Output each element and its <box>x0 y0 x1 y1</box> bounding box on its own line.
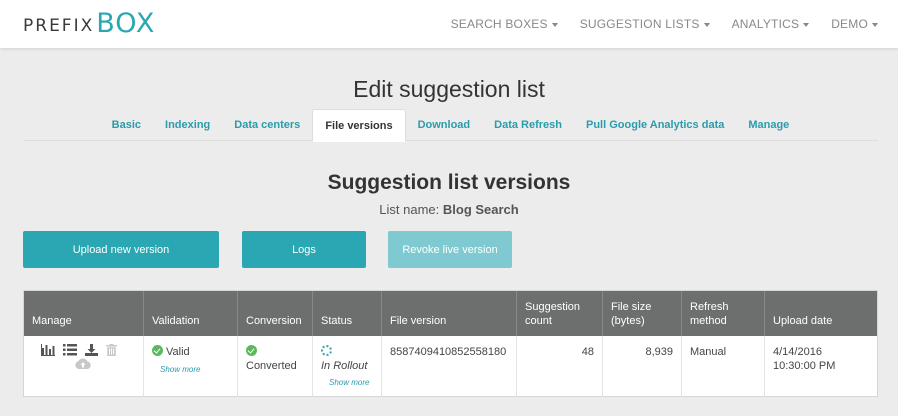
nav-demo[interactable]: DEMO <box>831 17 878 31</box>
table-cell-refresh-method: Manual <box>682 336 765 397</box>
nav-demo-label: DEMO <box>831 17 868 31</box>
header-conversion: Conversion <box>238 291 313 336</box>
tab-file-versions[interactable]: File versions <box>312 109 406 142</box>
nav-search-boxes[interactable]: SEARCH BOXES <box>451 17 558 31</box>
header-suggestion-count: Suggestion count <box>517 291 603 336</box>
check-circle-icon <box>152 345 163 356</box>
nav-search-boxes-label: SEARCH BOXES <box>450 17 548 31</box>
table-cell-manage <box>24 336 144 397</box>
upload-new-version-button[interactable]: Upload new version <box>23 231 219 268</box>
check-circle-icon <box>246 345 257 356</box>
nav-suggestion-lists[interactable]: SUGGESTION LISTS <box>580 17 710 31</box>
revoke-live-version-button[interactable]: Revoke live version <box>388 231 512 268</box>
logo-prefix-text: PREFIX <box>23 16 95 36</box>
table-cell-upload-date: 4/14/2016 10:30:00 PM <box>765 336 877 397</box>
table-cell-file-version: 8587409410852558180 <box>382 336 517 397</box>
upload-time-text: 10:30:00 PM <box>773 360 836 372</box>
header-validation: Validation <box>144 291 238 336</box>
tab-data-refresh[interactable]: Data Refresh <box>482 109 574 141</box>
validation-text: Valid <box>166 346 190 358</box>
tab-bar: Basic Indexing Data centers File version… <box>23 109 878 142</box>
download-icon[interactable] <box>85 344 98 356</box>
header-manage: Manage <box>24 291 144 336</box>
page-title: Edit suggestion list <box>353 76 545 102</box>
caret-down-icon <box>872 22 878 27</box>
logs-button[interactable]: Logs <box>242 231 366 268</box>
header-status: Status <box>313 291 382 336</box>
nav-suggestion-lists-label: SUGGESTION LISTS <box>579 17 700 31</box>
validation-show-more-link[interactable]: Show more <box>152 363 237 377</box>
table-cell-conversion: Converted <box>238 336 313 397</box>
cloud-upload-icon[interactable] <box>75 358 91 372</box>
logo-box-text: BOX <box>96 8 156 39</box>
section-title: Suggestion list versions <box>327 171 571 194</box>
table-cell-file-size: 8,939 <box>603 336 682 397</box>
versions-table: Manage Validation Conversion Status File… <box>23 290 878 397</box>
tab-pull-google-analytics[interactable]: Pull Google Analytics data <box>574 109 736 141</box>
list-name-label: List name: <box>379 202 440 217</box>
list-icon[interactable] <box>63 344 77 356</box>
main-nav: SEARCH BOXES SUGGESTION LISTS ANALYTICS … <box>429 0 878 48</box>
status-text: In Rollout <box>321 360 368 372</box>
table-header: Manage Validation Conversion Status File… <box>24 291 877 336</box>
list-name: List name: Blog Search <box>0 202 898 217</box>
prefixbox-logo[interactable]: PREFIX BOX <box>23 8 156 39</box>
tab-download[interactable]: Download <box>406 109 483 141</box>
header-upload-date: Upload date <box>773 315 833 327</box>
status-show-more-link[interactable]: Show more <box>321 376 381 390</box>
conversion-text: Converted <box>246 360 297 372</box>
nav-analytics[interactable]: ANALYTICS <box>732 17 810 31</box>
list-name-value: Blog Search <box>442 202 519 217</box>
manage-icons <box>32 344 143 356</box>
table-cell-status: In Rollout Show more <box>313 336 382 397</box>
table-cell-validation: Valid Show more <box>144 336 238 397</box>
trash-icon[interactable] <box>106 344 117 356</box>
top-navbar: PREFIX BOX SEARCH BOXES SUGGESTION LISTS… <box>0 0 898 48</box>
bar-chart-icon[interactable] <box>41 344 55 356</box>
header-file-size: File size (bytes) <box>603 291 682 336</box>
nav-analytics-label: ANALYTICS <box>731 17 800 31</box>
tab-data-centers[interactable]: Data centers <box>222 109 312 141</box>
caret-down-icon <box>703 22 710 27</box>
caret-down-icon <box>551 22 558 27</box>
header-file-version: File version <box>382 291 517 336</box>
tab-basic[interactable]: Basic <box>100 109 153 141</box>
tab-indexing[interactable]: Indexing <box>153 109 222 141</box>
caret-down-icon <box>803 22 810 27</box>
header-refresh-method: Refresh method <box>682 291 765 336</box>
spinner-icon <box>321 345 332 356</box>
cloud-upload-wrap <box>32 358 143 373</box>
upload-date-text: 4/14/2016 <box>773 346 822 358</box>
tab-manage[interactable]: Manage <box>736 109 801 141</box>
table-cell-suggestion-count: 48 <box>517 336 603 397</box>
